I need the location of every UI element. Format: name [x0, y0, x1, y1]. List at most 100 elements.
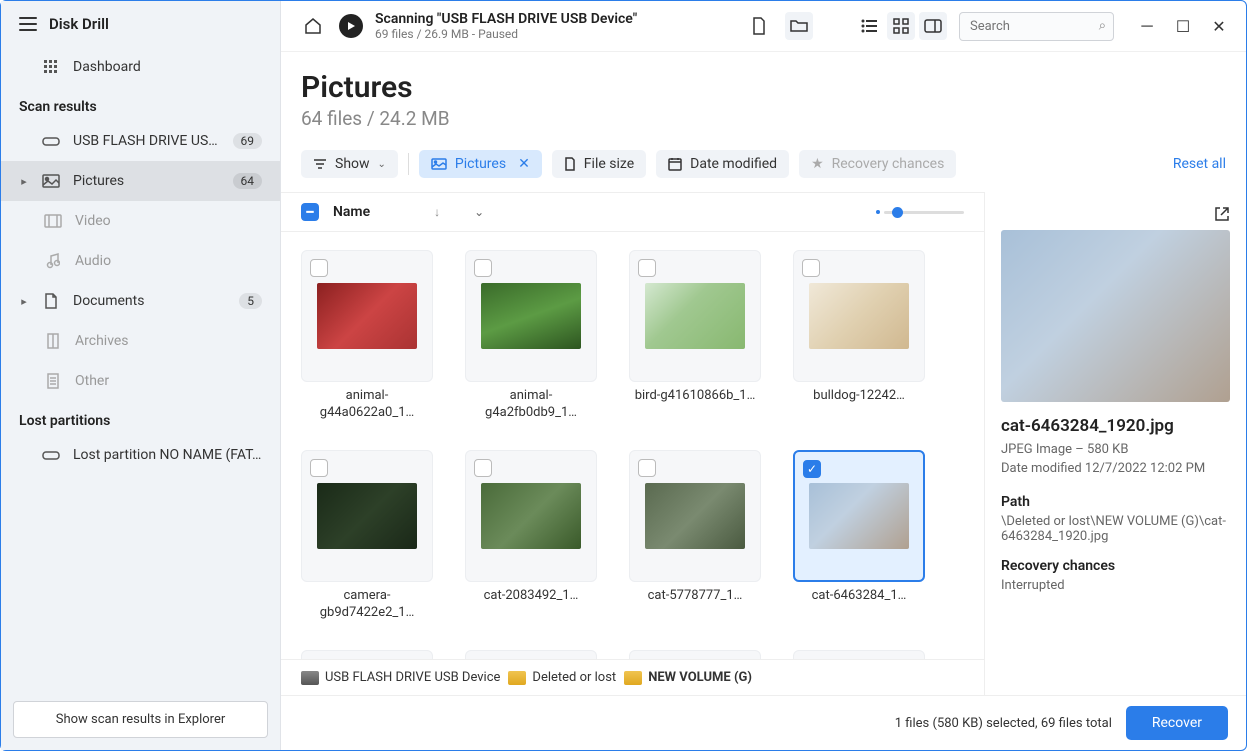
filter-icon — [313, 158, 327, 170]
remove-filter-icon[interactable]: ✕ — [514, 156, 530, 172]
play-button[interactable] — [339, 14, 363, 38]
documents-badge: 5 — [239, 293, 262, 309]
file-name: bird-g41610866b_1… — [635, 388, 756, 405]
file-name: camera-gb9d7422e2_1… — [303, 588, 431, 622]
file-checkbox[interactable] — [802, 259, 820, 277]
folder-icon — [508, 671, 526, 685]
audio-icon — [43, 251, 63, 271]
filesize-filter[interactable]: File size — [552, 150, 646, 178]
chevron-right-icon: ▸ — [19, 295, 29, 308]
sidebar-item-drive[interactable]: USB FLASH DRIVE USB D… 69 — [1, 121, 280, 161]
thumbnail-image — [317, 283, 417, 349]
thumbnail-image — [809, 283, 909, 349]
maximize-button[interactable]: ☐ — [1174, 17, 1192, 35]
recover-button[interactable]: Recover — [1126, 706, 1228, 740]
column-name[interactable]: Name — [333, 204, 370, 220]
file-card[interactable]: bulldog-12242… — [793, 250, 925, 422]
document-icon — [41, 291, 61, 311]
file-card[interactable]: bird-g41610866b_1… — [629, 250, 761, 422]
sidebar-item-dashboard[interactable]: Dashboard — [1, 47, 280, 87]
file-grid: animal-g44a0622a0_1…animal-g4a2fb0db9_1…… — [281, 232, 984, 659]
sidebar-item-audio[interactable]: Audio — [1, 241, 280, 281]
other-icon — [43, 371, 63, 391]
sidebar-section-scan: Scan results — [1, 87, 280, 121]
image-icon — [41, 171, 61, 191]
popout-icon[interactable] — [1214, 206, 1230, 222]
folder-icon[interactable] — [785, 12, 813, 40]
drive-badge: 69 — [233, 133, 263, 149]
scan-subtitle: 69 files / 26.9 MB - Paused — [375, 27, 733, 41]
breadcrumb-folder-1[interactable]: Deleted or lost — [508, 670, 616, 685]
recovery-label: Recovery chances — [832, 156, 945, 172]
minimize-button[interactable]: ─ — [1138, 17, 1156, 35]
file-name: bulldog-12242… — [813, 388, 905, 405]
app-title: Disk Drill — [49, 15, 109, 33]
date-filter[interactable]: Date modified — [656, 150, 789, 178]
show-filter[interactable]: Show ⌄ — [301, 150, 398, 178]
sidebar-section-lost: Lost partitions — [1, 401, 280, 435]
home-icon[interactable] — [299, 12, 327, 40]
panel-view-icon[interactable] — [919, 12, 947, 40]
file-card[interactable]: animal-g4a2fb0db9_1… — [465, 250, 597, 422]
expand-icon[interactable]: ⌄ — [474, 205, 484, 219]
details-panel: cat-6463284_1920.jpg JPEG Image – 580 KB… — [984, 192, 1246, 695]
file-checkbox[interactable] — [638, 259, 656, 277]
file-card[interactable]: camera-gb9d7422e2_1… — [301, 450, 433, 622]
file-card[interactable] — [465, 650, 597, 659]
star-icon: ★ — [811, 156, 824, 172]
file-card[interactable]: cat-5778777_1… — [629, 450, 761, 622]
breadcrumb-drive[interactable]: USB FLASH DRIVE USB Device — [301, 670, 500, 685]
toolbar: Scanning "USB FLASH DRIVE USB Device" 69… — [281, 1, 1246, 52]
calendar-icon — [668, 157, 682, 171]
file-checkbox[interactable] — [310, 459, 328, 477]
file-card[interactable] — [629, 650, 761, 659]
reset-all-link[interactable]: Reset all — [1173, 156, 1226, 172]
file-checkbox[interactable] — [474, 259, 492, 277]
file-checkbox[interactable]: ✓ — [803, 460, 821, 478]
file-name: cat-2083492_1… — [484, 588, 579, 605]
file-checkbox[interactable] — [310, 259, 328, 277]
search-input[interactable] — [959, 12, 1114, 41]
hamburger-icon[interactable] — [19, 17, 37, 31]
details-recovery-heading: Recovery chances — [1001, 558, 1230, 574]
sidebar-item-lost-partition[interactable]: Lost partition NO NAME (FAT… — [1, 435, 280, 475]
thumbnail-image — [645, 283, 745, 349]
show-label: Show — [335, 156, 370, 172]
pictures-label: Pictures — [73, 173, 221, 189]
search-icon: ⌕ — [1099, 19, 1106, 34]
sidebar-item-video[interactable]: Video — [1, 201, 280, 241]
file-card[interactable] — [301, 650, 433, 659]
other-label: Other — [75, 373, 262, 389]
show-in-explorer-button[interactable]: Show scan results in Explorer — [13, 701, 268, 738]
drive-icon — [41, 445, 61, 465]
file-card[interactable]: cat-2083492_1… — [465, 450, 597, 622]
zoom-slider[interactable] — [876, 210, 964, 214]
list-view-icon[interactable] — [855, 12, 883, 40]
grid-icon — [41, 57, 61, 77]
sort-arrow-icon[interactable]: ↓ — [434, 205, 440, 219]
grid-view-icon[interactable] — [887, 12, 915, 40]
breadcrumb-folder-2[interactable]: NEW VOLUME (G) — [624, 670, 752, 685]
recovery-filter[interactable]: ★ Recovery chances — [799, 150, 956, 178]
close-button[interactable]: ✕ — [1210, 17, 1228, 35]
sidebar-item-other[interactable]: Other — [1, 361, 280, 401]
sidebar-item-archives[interactable]: Archives — [1, 321, 280, 361]
file-card[interactable]: ✓cat-6463284_1… — [793, 450, 925, 622]
archives-label: Archives — [75, 333, 262, 349]
details-path-heading: Path — [1001, 494, 1230, 510]
file-card[interactable] — [793, 650, 925, 659]
audio-label: Audio — [75, 253, 262, 269]
master-checkbox[interactable]: ━ — [301, 203, 319, 221]
pictures-filter[interactable]: Pictures ✕ — [419, 150, 542, 178]
page-subtitle: 64 files / 24.2 MB — [301, 107, 1226, 130]
sidebar-item-pictures[interactable]: ▸ Pictures 64 — [1, 161, 280, 201]
file-checkbox[interactable] — [638, 459, 656, 477]
file-card[interactable]: animal-g44a0622a0_1… — [301, 250, 433, 422]
pictures-badge: 64 — [233, 173, 263, 189]
filesize-label: File size — [584, 156, 634, 172]
file-checkbox[interactable] — [474, 459, 492, 477]
file-icon[interactable] — [745, 12, 773, 40]
thumbnail-image — [645, 483, 745, 549]
sidebar-item-documents[interactable]: ▸ Documents 5 — [1, 281, 280, 321]
preview-image — [1001, 230, 1230, 402]
